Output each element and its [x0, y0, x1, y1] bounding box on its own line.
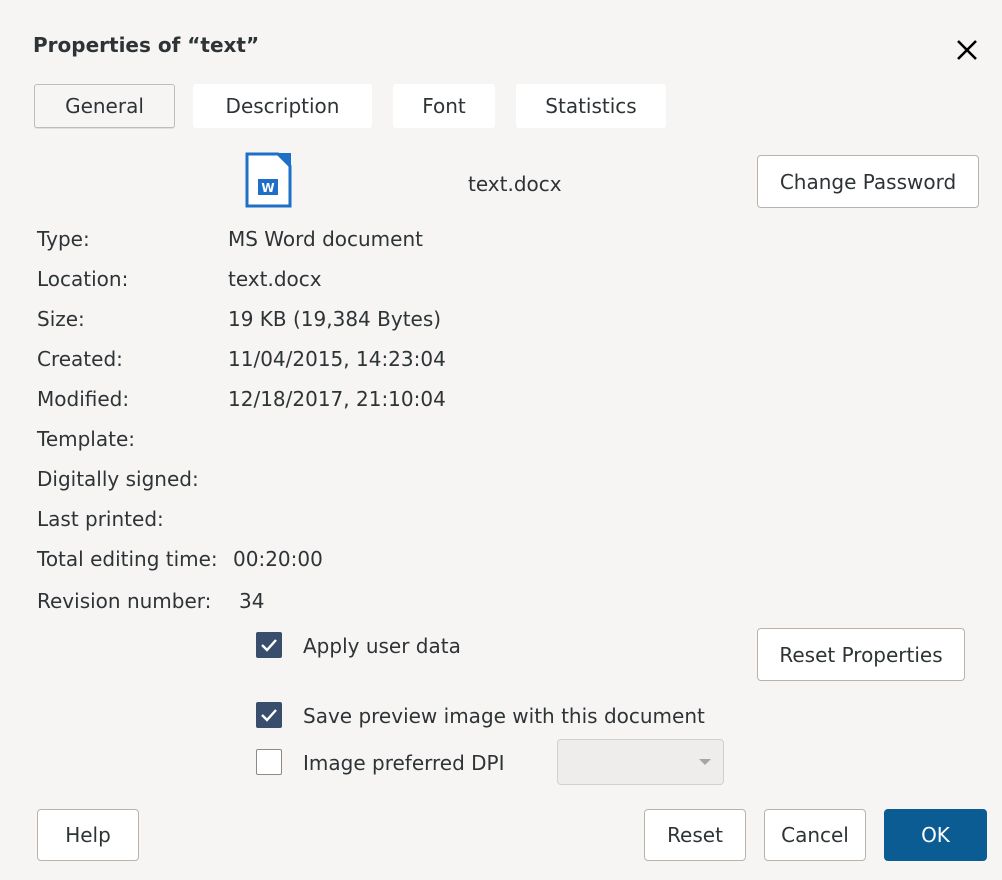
- close-button[interactable]: [946, 30, 986, 70]
- cancel-button[interactable]: Cancel: [764, 809, 866, 861]
- location-label: Location:: [37, 267, 129, 291]
- type-label: Type:: [37, 227, 90, 251]
- modified-value: 12/18/2017, 21:10:04: [228, 387, 446, 411]
- last-printed-label: Last printed:: [37, 507, 164, 531]
- revision-number-label: Revision number:: [37, 589, 212, 613]
- close-icon: [957, 40, 977, 60]
- dialog-title: Properties of “text”: [33, 33, 260, 57]
- location-value: text.docx: [228, 267, 322, 291]
- tab-font[interactable]: Font: [393, 84, 495, 128]
- tab-general[interactable]: General: [34, 84, 175, 128]
- svg-text:W: W: [261, 181, 274, 195]
- checkmark-icon: [261, 709, 277, 722]
- total-editing-time-label: Total editing time:: [37, 547, 218, 571]
- reset-button[interactable]: Reset: [644, 809, 746, 861]
- ok-button[interactable]: OK: [884, 809, 987, 861]
- help-button[interactable]: Help: [37, 809, 139, 861]
- tab-description[interactable]: Description: [193, 84, 372, 128]
- file-name: text.docx: [468, 172, 562, 196]
- image-dpi-select[interactable]: [557, 739, 724, 785]
- size-value: 19 KB (19,384 Bytes): [228, 307, 442, 331]
- change-password-button[interactable]: Change Password: [757, 155, 979, 208]
- word-document-icon: W: [245, 152, 292, 208]
- type-value: MS Word document: [228, 227, 423, 251]
- size-label: Size:: [37, 307, 85, 331]
- template-label: Template:: [37, 427, 135, 451]
- reset-properties-button[interactable]: Reset Properties: [757, 628, 965, 681]
- chevron-down-icon: [699, 759, 711, 765]
- tab-statistics[interactable]: Statistics: [516, 84, 666, 128]
- apply-user-data-checkbox[interactable]: [256, 632, 282, 658]
- revision-number-value: 34: [239, 589, 265, 613]
- total-editing-time-value: 00:20:00: [233, 547, 323, 571]
- created-label: Created:: [37, 347, 123, 371]
- image-dpi-label: Image preferred DPI: [303, 751, 505, 775]
- image-dpi-checkbox[interactable]: [256, 749, 282, 775]
- checkmark-icon: [261, 639, 277, 652]
- modified-label: Modified:: [37, 387, 130, 411]
- dialog-titlebar: Properties of “text”: [0, 0, 1002, 84]
- tab-bar: General Description Font Statistics: [0, 84, 1002, 132]
- apply-user-data-label: Apply user data: [303, 634, 461, 658]
- digitally-signed-label: Digitally signed:: [37, 467, 199, 491]
- created-value: 11/04/2015, 14:23:04: [228, 347, 446, 371]
- save-preview-checkbox[interactable]: [256, 702, 282, 728]
- save-preview-label: Save preview image with this document: [303, 704, 705, 728]
